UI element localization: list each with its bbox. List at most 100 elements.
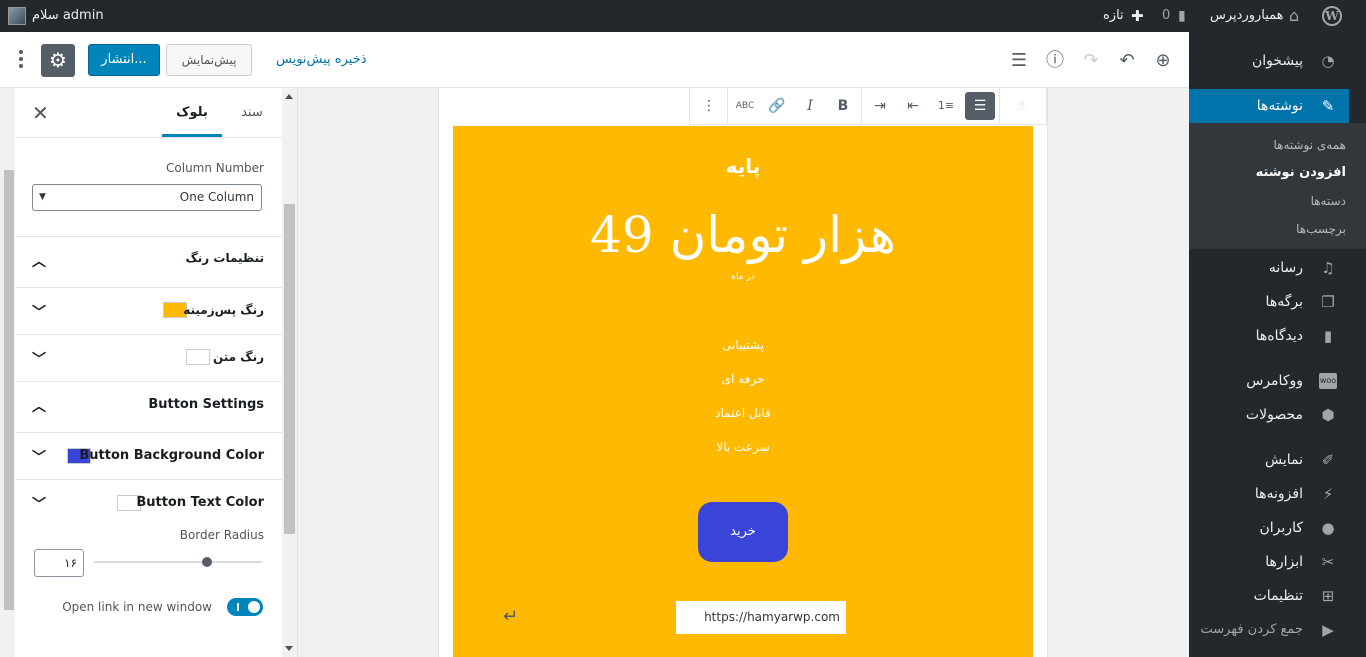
button-url-input[interactable]: https://hamyarwp.com xyxy=(676,601,846,634)
select-value: One Column xyxy=(179,190,254,204)
scrollbar-thumb[interactable] xyxy=(4,170,14,610)
pages-icon: ❐ xyxy=(1321,293,1335,311)
settings-gear-icon[interactable]: ⚙ xyxy=(41,44,75,77)
submenu-all-posts[interactable]: همه‌ی نوشته‌ها xyxy=(1273,135,1346,155)
pin-icon: ✎ xyxy=(1321,97,1335,115)
appearance-icon: ✐ xyxy=(1321,451,1335,469)
new-label[interactable]: تازه xyxy=(1103,0,1124,32)
posts-submenu: همه‌ی نوشته‌ها افزودن نوشته دسته‌ها برچس… xyxy=(1189,123,1366,249)
redo-icon[interactable]: ↷ xyxy=(1080,50,1102,72)
button-settings-panel[interactable]: ︿ Button Settings xyxy=(16,382,282,433)
home-icon[interactable]: ⌂ xyxy=(1289,0,1299,32)
submenu-tags[interactable]: برچسب‌ها xyxy=(1296,219,1346,239)
text-color-label: رنگ متن xyxy=(212,350,264,364)
menu-media[interactable]: ♫ رسانه xyxy=(1189,251,1349,285)
comments-icon: ▮ xyxy=(1323,327,1333,345)
menu-pages[interactable]: ❐ برگه‌ها xyxy=(1189,285,1349,319)
comments-icon[interactable]: ▮ xyxy=(1178,0,1186,32)
italic-icon[interactable]: I xyxy=(795,92,825,120)
text-color-swatch[interactable] xyxy=(186,349,210,365)
menu-woocommerce[interactable]: woo ووکامرس xyxy=(1189,364,1349,398)
undo-icon[interactable]: ↶ xyxy=(1116,50,1138,72)
column-number-select[interactable]: ▼ One Column xyxy=(32,184,262,211)
ordered-list-icon[interactable]: 1≡ xyxy=(931,92,961,120)
open-new-window-label: Open link in new window xyxy=(62,600,212,614)
link-icon[interactable]: 🔗 xyxy=(762,92,792,120)
close-icon[interactable]: ✕ xyxy=(32,101,49,125)
feature-item[interactable]: حرفه ای xyxy=(453,372,1033,386)
indent-icon[interactable]: ⇥ xyxy=(865,92,895,120)
menu-label: تنظیمات xyxy=(1253,588,1303,604)
menu-label: رسانه xyxy=(1268,260,1303,276)
button-bg-color-label: Button Background Color xyxy=(79,448,264,463)
border-radius-input[interactable]: ۱۶ xyxy=(34,549,84,577)
block-toolbar: ⋮ ABC 🔗 I B ⇥ ⇤ 1≡ ☰ ☝ xyxy=(689,88,1047,125)
feature-item[interactable]: پشتیبانی xyxy=(453,338,1033,352)
block-type-icon[interactable]: ☝ xyxy=(1006,92,1036,120)
pricing-table-block[interactable]: پایه 49 هزار تومان در ماه پشتیبانی حرفه … xyxy=(453,126,1033,657)
scroll-up-icon[interactable] xyxy=(285,94,293,99)
plan-period[interactable]: در ماه xyxy=(453,272,1033,282)
site-name[interactable]: همیاروردپرس xyxy=(1210,0,1284,32)
toggle-on-indicator xyxy=(237,603,239,611)
scroll-down-icon[interactable] xyxy=(285,646,293,651)
products-icon: ⬢ xyxy=(1321,406,1335,424)
feature-item[interactable]: قابل اعتماد xyxy=(453,406,1033,420)
button-bg-color-row[interactable]: ﹀ Button Background Color xyxy=(16,433,282,480)
avatar[interactable] xyxy=(8,7,26,25)
menu-comments[interactable]: ▮ دیدگاه‌ها xyxy=(1189,319,1349,353)
menu-appearance[interactable]: ✐ نمایش xyxy=(1189,443,1349,477)
save-draft-button[interactable]: ذخیره پیش‌نویس xyxy=(276,44,367,76)
tab-document[interactable]: سند xyxy=(232,88,272,137)
bold-icon[interactable]: B xyxy=(828,92,858,120)
menu-users[interactable]: ● کاربران xyxy=(1189,511,1349,545)
wordpress-logo-icon[interactable]: W xyxy=(1322,6,1342,26)
plan-title[interactable]: پایه xyxy=(453,154,1033,178)
strikethrough-icon[interactable]: ABC xyxy=(730,92,760,120)
menu-tools[interactable]: ✂ ابزارها xyxy=(1189,545,1349,579)
chevron-down-icon[interactable]: ﹀ xyxy=(32,494,46,514)
outdent-icon[interactable]: ⇤ xyxy=(898,92,928,120)
color-settings-panel[interactable]: ︿ تنظیمات رنگ xyxy=(16,237,282,288)
menu-posts[interactable]: ✎ نوشته‌ها xyxy=(1181,89,1349,123)
greeting[interactable]: سلام admin xyxy=(32,0,104,32)
border-radius-slider[interactable] xyxy=(94,561,262,563)
preview-button[interactable]: پیش‌نمایش xyxy=(166,44,252,76)
menu-settings[interactable]: ⊞ تنظیمات xyxy=(1189,579,1349,613)
text-color-row[interactable]: ﹀ رنگ متن xyxy=(16,335,282,382)
menu-label: برگه‌ها xyxy=(1265,294,1303,310)
menu-plugins[interactable]: ⚡ افزونه‌ها xyxy=(1189,477,1349,511)
submenu-categories[interactable]: دسته‌ها xyxy=(1311,191,1346,211)
scrollbar-right[interactable] xyxy=(282,88,297,657)
more-options-icon[interactable]: ⋮ xyxy=(694,92,724,120)
menu-collapse[interactable]: ▶ جمع کردن فهرست xyxy=(1189,613,1349,647)
scrollbar-thumb[interactable] xyxy=(284,204,295,534)
buy-button[interactable]: خرید xyxy=(698,502,788,562)
open-new-window-toggle[interactable] xyxy=(227,598,263,616)
feature-item[interactable]: سرعت بالا xyxy=(453,440,1033,454)
plan-price[interactable]: 49 هزار تومان xyxy=(453,206,1033,264)
add-block-icon[interactable]: ⊕ xyxy=(1152,50,1174,72)
menu-dashboard[interactable]: ◔ پیشخوان xyxy=(1189,44,1349,78)
unordered-list-icon[interactable]: ☰ xyxy=(965,92,995,120)
new-icon[interactable]: ✚ xyxy=(1131,0,1144,32)
publish-button[interactable]: انتشار... xyxy=(88,44,160,76)
bg-color-row[interactable]: ﹀ رنگ پس‌زمینه xyxy=(16,288,282,335)
scrollbar-left[interactable] xyxy=(0,88,15,657)
button-text-color-label: Button Text Color xyxy=(136,495,264,510)
editor-header: ⚙ انتشار... پیش‌نمایش ذخیره پیش‌نویس ☰ ⓘ… xyxy=(0,32,1189,88)
admin-bar: سلام admin ✚ تازه ▮ 0 ⌂ همیاروردپرس W xyxy=(0,0,1366,32)
color-settings-title: تنظیمات رنگ xyxy=(185,251,264,265)
more-options-icon[interactable] xyxy=(14,47,28,73)
menu-label: پیشخوان xyxy=(1251,53,1303,69)
block-navigation-icon[interactable]: ☰ xyxy=(1008,50,1030,72)
slider-handle[interactable] xyxy=(202,557,212,567)
tab-block[interactable]: بلوک xyxy=(162,88,222,137)
menu-products[interactable]: ⬢ محصولات xyxy=(1189,398,1349,432)
plugins-icon: ⚡ xyxy=(1322,485,1334,503)
submenu-add-new[interactable]: افزودن نوشته xyxy=(1256,163,1346,183)
dashboard-icon: ◔ xyxy=(1321,52,1335,70)
comments-count[interactable]: 0 xyxy=(1162,0,1170,32)
info-icon[interactable]: ⓘ xyxy=(1044,50,1066,72)
enter-icon[interactable]: ↵ xyxy=(503,606,518,627)
